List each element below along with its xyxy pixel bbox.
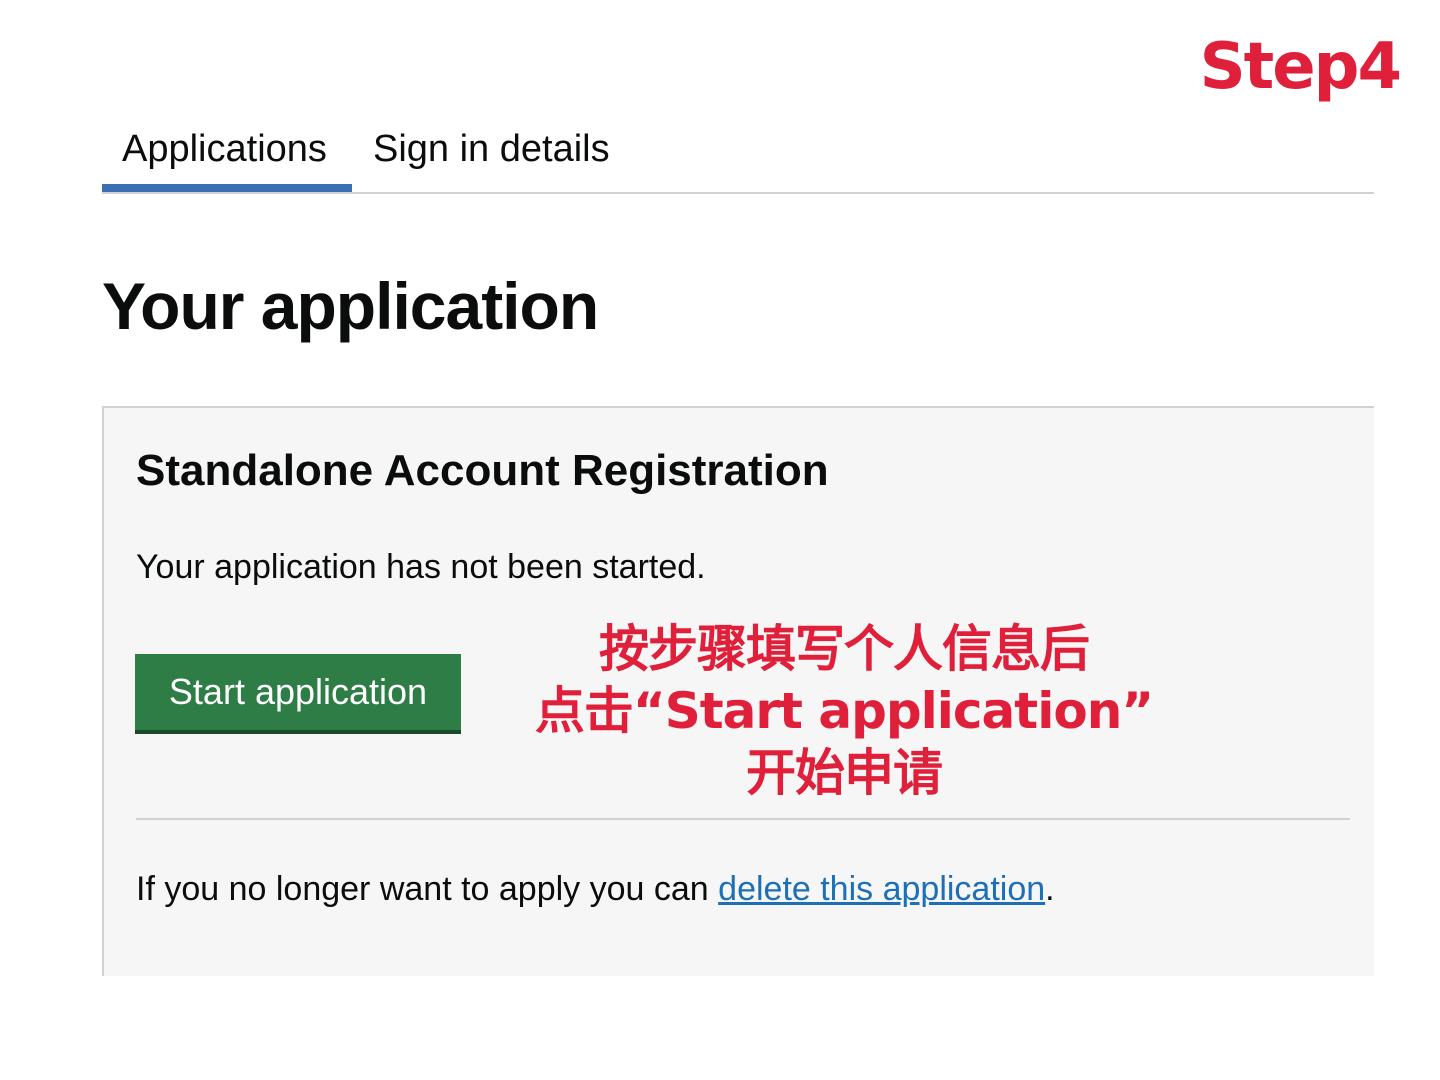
footer-suffix: .	[1045, 870, 1055, 908]
instruction-annotation: 按步骤填写个人信息后 点击“Start application” 开始申请	[484, 618, 1204, 804]
footer-prefix: If you no longer want to apply you can	[136, 870, 719, 908]
start-application-button[interactable]: Start application	[135, 654, 461, 734]
application-status-text: Your application has not been started.	[136, 548, 706, 586]
section-divider	[136, 818, 1350, 820]
page: Step4 Applications Sign in details Your …	[0, 0, 1440, 1080]
annotation-line-3: 开始申请	[746, 744, 943, 802]
panel-title: Standalone Account Registration	[136, 446, 829, 495]
step-label: Step4	[1199, 30, 1402, 104]
tab-applications[interactable]: Applications	[102, 118, 352, 192]
delete-application-text: If you no longer want to apply you can d…	[136, 870, 1055, 909]
tab-sign-in-details[interactable]: Sign in details	[352, 118, 630, 192]
annotation-line-2: 点击“Start application”	[534, 682, 1154, 740]
page-title: Your application	[102, 269, 599, 343]
delete-application-link[interactable]: delete this application	[718, 870, 1045, 908]
tab-bar: Applications Sign in details	[102, 118, 1374, 194]
annotation-line-1: 按步骤填写个人信息后	[599, 620, 1090, 678]
application-panel: Standalone Account Registration Your app…	[102, 406, 1374, 976]
